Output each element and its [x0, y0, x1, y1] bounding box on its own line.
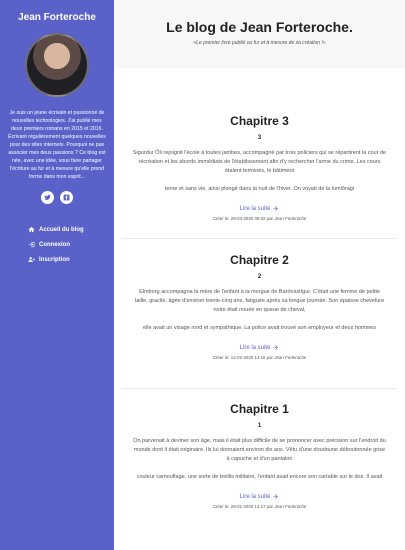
read-more-label: Lire la suite — [239, 344, 271, 351]
post-divider — [122, 388, 397, 389]
blog-header: Le blog de Jean Forteroche. «Le premier … — [114, 0, 405, 68]
facebook-icon[interactable] — [60, 191, 73, 204]
post-excerpt: Sigurdur Óli rejoignit l'école à toutes … — [132, 150, 387, 174]
post-divider — [122, 238, 397, 239]
post-excerpt-continued: couleur camouflage, une sorte de treilli… — [136, 474, 383, 481]
arrow-right-icon — [273, 494, 279, 500]
page-tagline: «Le premier livre publié ou fur et à mes… — [193, 40, 326, 46]
post-meta: Créer le: 29-03-2020 09:02 par Jean Fort… — [132, 216, 387, 221]
post-number: 1 — [257, 423, 262, 429]
post-card: Chapitre 1 1 On parvenait à deviner son … — [132, 402, 387, 509]
arrow-right-icon — [273, 206, 279, 212]
post-card: Chapitre 3 3 Sigurdur Óli rejoignit l'éc… — [132, 114, 387, 221]
read-more-label: Lire la suite — [239, 205, 271, 212]
sidebar: Jean Forteroche Je suis un jeune écrivai… — [0, 0, 114, 550]
read-more-label: Lire la suite — [239, 493, 271, 500]
post-date: Créer le: 29-03-2020 09:02 par — [212, 215, 274, 221]
sidebar-item-register[interactable]: Inscription — [28, 252, 108, 267]
sidebar-item-home[interactable]: Accueil du blog — [28, 222, 108, 237]
read-more-link[interactable]: Lire la suite — [240, 493, 280, 500]
sidebar-item-label: Inscription — [39, 256, 70, 263]
sign-in-icon — [28, 241, 35, 248]
post-excerpt: Elmborg accompagna la mère de l'enfant à… — [134, 289, 385, 313]
post-title[interactable]: Chapitre 2 — [132, 253, 387, 267]
home-icon — [28, 226, 35, 233]
post-title[interactable]: Chapitre 3 — [132, 114, 387, 128]
post-excerpt-continued: elle avait un visage rond et sympathique… — [143, 325, 376, 332]
post-meta: Créer le: 12-02-2020 14:19 par Jean Fort… — [132, 355, 387, 360]
author-avatar — [25, 33, 89, 97]
post-number: 3 — [257, 135, 262, 141]
twitter-icon[interactable] — [41, 191, 54, 204]
post-author: Jean Forteroche — [274, 503, 307, 509]
post-title[interactable]: Chapitre 1 — [132, 402, 387, 416]
sidebar-nav: Accueil du blog Connexion Inscription — [6, 222, 108, 267]
main-content: Le blog de Jean Forteroche. «Le premier … — [114, 0, 405, 550]
post-author: Jean Forteroche — [274, 215, 307, 221]
post-meta: Créer le: 29-01-2020 14:17 par Jean Fort… — [132, 504, 387, 509]
arrow-right-icon — [273, 345, 279, 351]
post-date: Créer le: 29-01-2020 14:17 par — [212, 503, 274, 509]
post-author: Jean Forteroche — [274, 354, 307, 360]
page-title: Le blog de Jean Forteroche. — [166, 19, 353, 35]
post-card: Chapitre 2 2 Elmborg accompagna la mère … — [132, 253, 387, 360]
sidebar-item-label: Accueil du blog — [39, 226, 84, 233]
post-excerpt: On parvenait à deviner son âge, mais il … — [133, 438, 386, 462]
read-more-link[interactable]: Lire la suite — [240, 205, 280, 212]
sidebar-item-label: Connexion — [39, 241, 70, 248]
post-excerpt-continued: terne et sans vie, ainsi plongé dans la … — [164, 186, 355, 193]
social-links — [6, 191, 108, 204]
user-plus-icon — [28, 257, 35, 262]
post-number: 2 — [257, 274, 262, 280]
brand-title[interactable]: Jean Forteroche — [6, 12, 108, 23]
post-date: Créer le: 12-02-2020 14:19 par — [212, 354, 274, 360]
read-more-link[interactable]: Lire la suite — [240, 344, 280, 351]
sidebar-item-login[interactable]: Connexion — [28, 237, 108, 252]
author-bio: Je suis un jeune écrivain et passionné d… — [8, 110, 106, 180]
